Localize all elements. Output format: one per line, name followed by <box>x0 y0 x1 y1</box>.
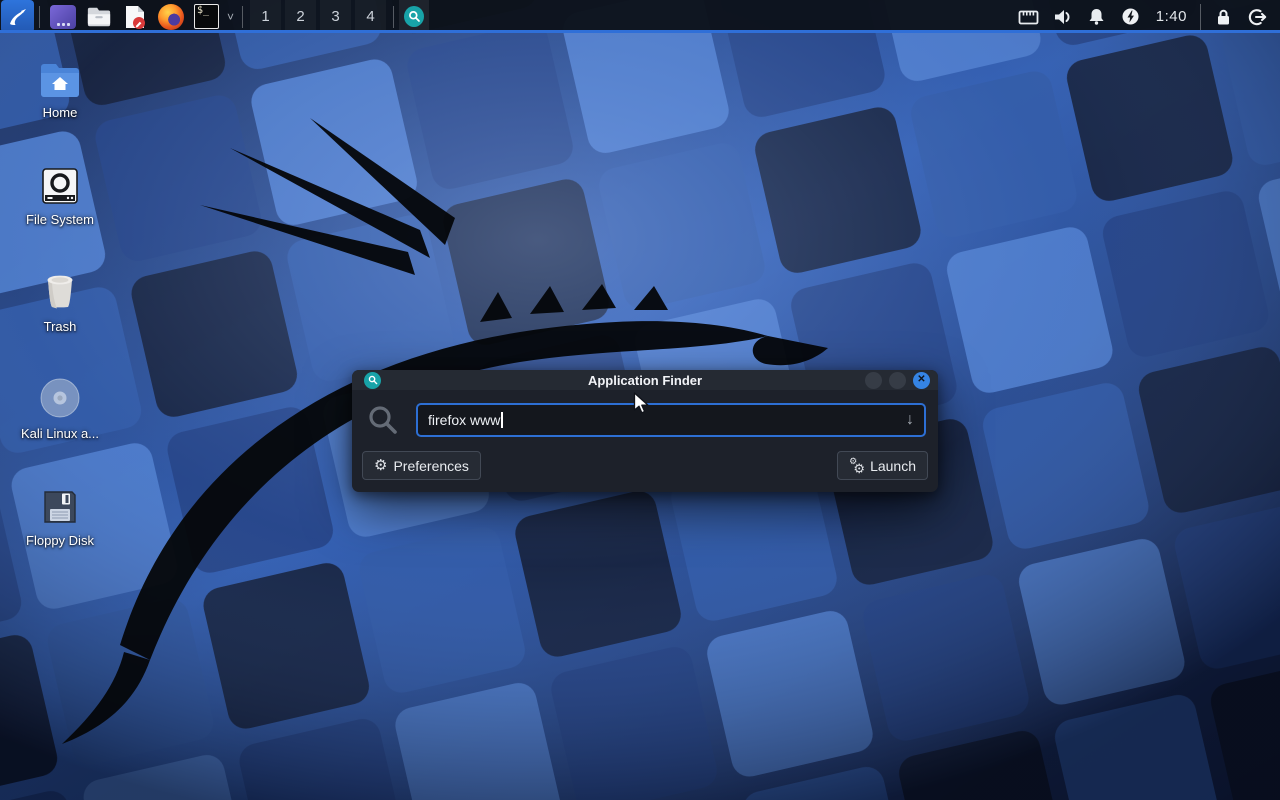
workspace-2-button[interactable]: 2 <box>285 0 316 33</box>
text-editor-icon <box>123 4 147 30</box>
clock[interactable]: 1:40 <box>1148 8 1195 25</box>
search-input-value: firefox www <box>428 412 500 428</box>
panel-separator <box>242 6 243 28</box>
desktop-icon <box>50 5 76 29</box>
folder-icon <box>86 5 112 29</box>
launcher-file-manager[interactable] <box>81 0 117 33</box>
volume-icon[interactable] <box>1050 0 1076 33</box>
trash-can-icon <box>40 268 80 312</box>
firefox-icon <box>158 4 184 30</box>
chevron-down-icon[interactable]: ˅ <box>224 10 237 24</box>
workspace-3-button[interactable]: 3 <box>320 0 351 33</box>
desktop-icon-floppy-disk[interactable]: Floppy Disk <box>8 482 112 548</box>
desktop-icon-kali-linux-cd[interactable]: Kali Linux a... <box>8 375 112 441</box>
taskbar-application-finder[interactable] <box>399 0 429 33</box>
notifications-bell-icon[interactable] <box>1084 0 1110 33</box>
text-caret <box>501 412 503 428</box>
desktop-icon-label: Kali Linux a... <box>21 426 99 441</box>
desktop-icon-file-system[interactable]: File System <box>8 161 112 227</box>
workspace-1-button[interactable]: 1 <box>250 0 281 33</box>
run-gears-icon: ⚙⚙ <box>849 458 864 474</box>
launcher-desktop[interactable] <box>45 0 81 33</box>
power-manager-icon[interactable] <box>1118 0 1144 33</box>
panel-separator <box>1200 4 1201 30</box>
network-icon[interactable] <box>1016 0 1042 33</box>
preferences-button[interactable]: ⚙ Preferences <box>362 451 481 480</box>
desktop-icon-label: File System <box>26 212 94 227</box>
desktop-icon-label: Floppy Disk <box>26 533 94 548</box>
desktop-icon-label: Trash <box>44 319 77 334</box>
terminal-icon: $_ <box>194 4 219 29</box>
top-panel: $_ ˅ 1 2 3 4 1:40 <box>0 0 1280 33</box>
launcher-terminal[interactable]: $_ <box>189 0 224 33</box>
cd-disc-icon <box>39 375 81 419</box>
close-button[interactable]: ✕ <box>913 372 930 389</box>
preferences-button-label: Preferences <box>393 458 468 474</box>
lock-screen-icon[interactable] <box>1210 0 1236 33</box>
hard-drive-icon <box>41 161 79 205</box>
panel-separator <box>39 6 40 28</box>
workspace-4-button[interactable]: 4 <box>355 0 386 33</box>
application-finder-window: Application Finder ✕ firefox www ↓ ⚙ Pre… <box>352 370 938 492</box>
home-folder-icon <box>38 54 82 98</box>
panel-separator <box>393 6 394 28</box>
search-input[interactable]: firefox www ↓ <box>416 403 926 437</box>
gear-icon: ⚙ <box>374 458 387 473</box>
close-icon: ✕ <box>917 375 925 385</box>
maximize-button[interactable] <box>889 372 906 389</box>
application-finder-badge-icon <box>364 372 381 389</box>
desktop-icon-home[interactable]: Home <box>8 54 112 120</box>
launcher-firefox[interactable] <box>153 0 189 33</box>
search-icon <box>366 404 400 436</box>
kali-logo-icon <box>7 6 29 28</box>
launcher-text-editor[interactable] <box>117 0 153 33</box>
window-title: Application Finder <box>352 373 938 388</box>
log-out-icon[interactable] <box>1244 0 1270 33</box>
dropdown-arrow-icon[interactable]: ↓ <box>906 412 914 428</box>
desktop-icon-trash[interactable]: Trash <box>8 268 112 334</box>
application-finder-icon <box>404 6 424 27</box>
floppy-disk-icon <box>41 482 79 526</box>
desktop-icon-label: Home <box>43 105 78 120</box>
launch-button-label: Launch <box>870 458 916 474</box>
titlebar[interactable]: Application Finder ✕ <box>352 370 938 390</box>
minimize-button[interactable] <box>865 372 882 389</box>
mouse-cursor <box>633 392 650 415</box>
launch-button[interactable]: ⚙⚙ Launch <box>837 451 928 480</box>
applications-menu-button[interactable] <box>1 0 34 33</box>
